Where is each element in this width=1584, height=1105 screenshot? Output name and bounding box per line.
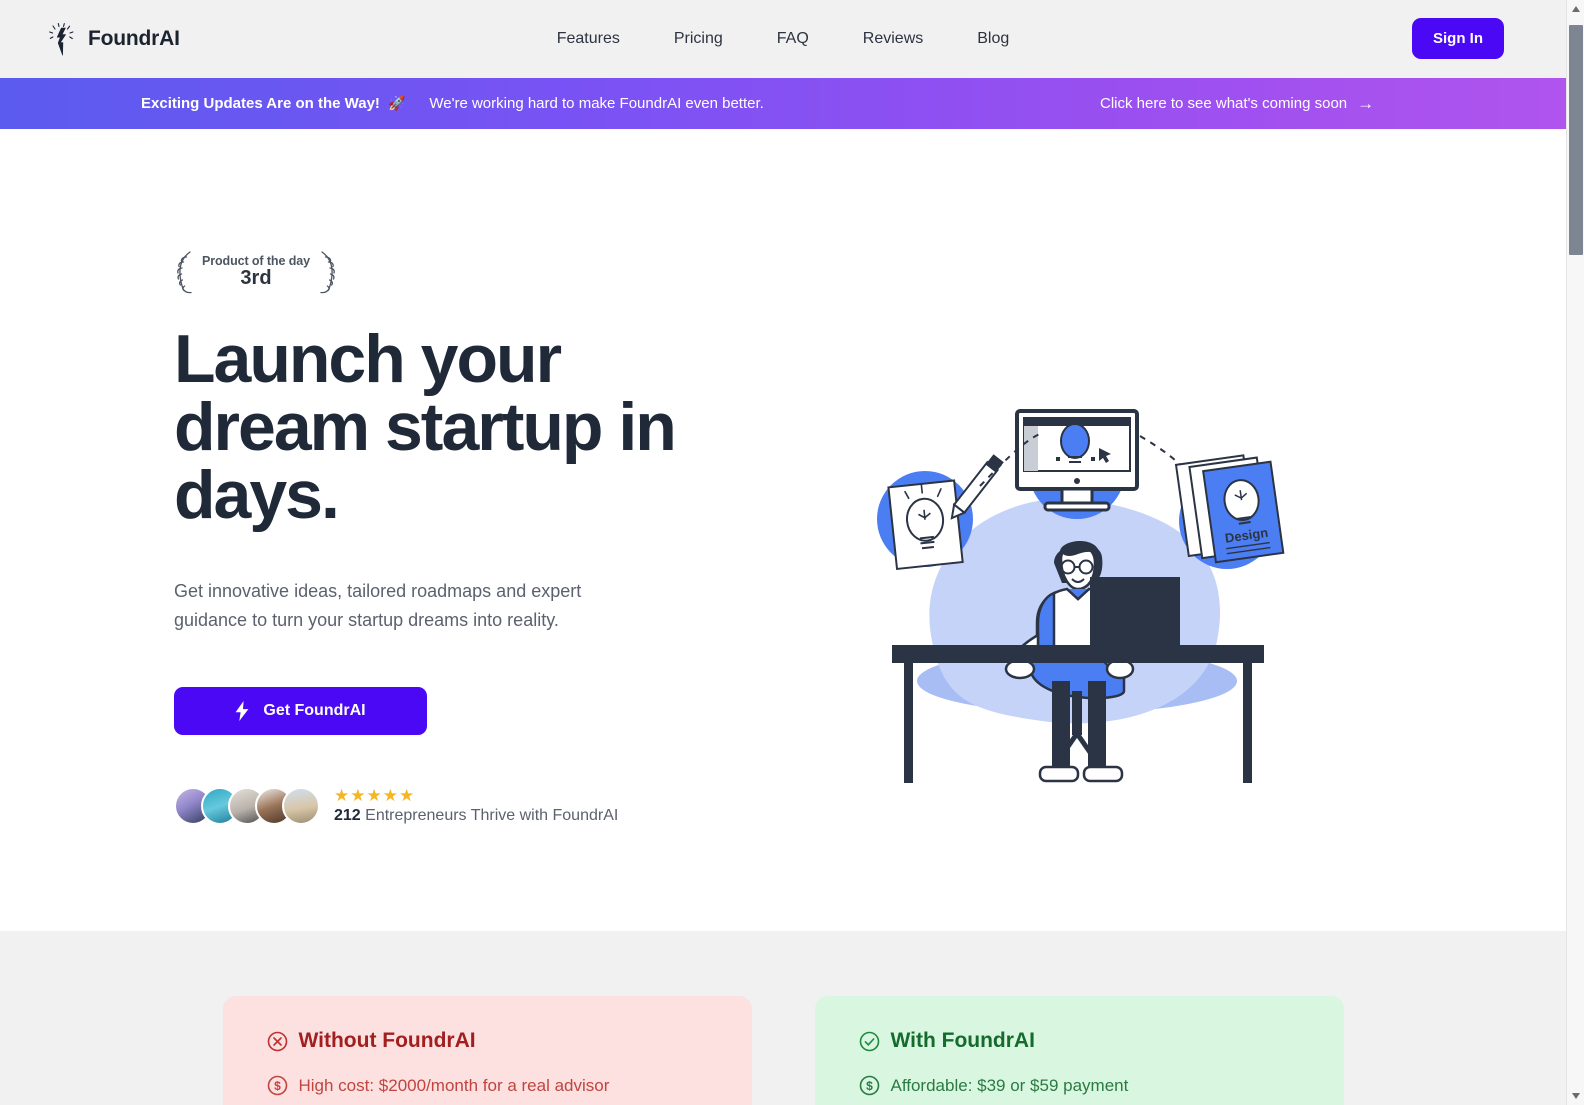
sign-in-button[interactable]: Sign In xyxy=(1412,18,1504,59)
with-card-title-text: With FoundrAI xyxy=(890,1029,1035,1052)
get-foundrai-button[interactable]: Get FoundrAI xyxy=(174,686,427,735)
nav-item-blog[interactable]: Blog xyxy=(977,30,1009,48)
nav-item-reviews[interactable]: Reviews xyxy=(863,30,923,48)
rocket-icon: 🚀 xyxy=(387,95,406,111)
avatar xyxy=(282,786,320,825)
promo-banner-message-group: Exciting Updates Are on the Way! 🚀 We're… xyxy=(141,95,764,112)
lightning-bolt-icon xyxy=(235,700,249,721)
comparison-section: Without FoundrAI $ High cost: $2000/mont… xyxy=(0,931,1566,1105)
without-foundrai-card: Without FoundrAI $ High cost: $2000/mont… xyxy=(222,996,752,1105)
page-scrollbar[interactable] xyxy=(1566,0,1584,1105)
dollar-circle-icon: $ xyxy=(859,1075,879,1096)
promo-banner-link-label: Click here to see what's coming soon xyxy=(1100,95,1348,112)
promo-banner-link[interactable]: Click here to see what's coming soon → xyxy=(1100,95,1374,112)
circle-x-icon xyxy=(267,1031,287,1051)
without-card-row-text: High cost: $2000/month for a real adviso… xyxy=(298,1075,610,1095)
without-card-row: $ High cost: $2000/month for a real advi… xyxy=(267,1075,708,1096)
site-header: FoundrAI Features Pricing FAQ Reviews Bl… xyxy=(0,0,1566,78)
award-text: Product of the day 3rd xyxy=(198,254,314,290)
svg-text:$: $ xyxy=(866,1079,873,1093)
page-root: FoundrAI Features Pricing FAQ Reviews Bl… xyxy=(0,0,1566,1105)
rating-block: ★★★★★ 212 Entrepreneurs Thrive with Foun… xyxy=(334,787,618,825)
promo-banner: Exciting Updates Are on the Way! 🚀 We're… xyxy=(0,78,1566,129)
nav-item-pricing[interactable]: Pricing xyxy=(674,30,723,48)
brand-logo[interactable]: FoundrAI xyxy=(48,22,180,56)
with-card-title: With FoundrAI xyxy=(859,1029,1300,1053)
social-proof: ★★★★★ 212 Entrepreneurs Thrive with Foun… xyxy=(174,786,814,825)
without-card-title-text: Without FoundrAI xyxy=(298,1029,476,1052)
scroll-up-arrow-icon[interactable] xyxy=(1567,0,1584,18)
product-of-the-day-badge: Product of the day 3rd xyxy=(174,249,814,295)
scroll-down-arrow-icon[interactable] xyxy=(1567,1087,1584,1105)
avatar-group xyxy=(174,786,320,825)
dollar-circle-icon: $ xyxy=(267,1075,287,1096)
get-foundrai-label: Get FoundrAI xyxy=(263,701,366,719)
page-title: Launch your dream startup in days. xyxy=(174,321,677,533)
with-card-row-text: Affordable: $39 or $59 payment xyxy=(890,1075,1129,1095)
laurel-wreath-right-icon xyxy=(320,251,335,294)
brand-name: FoundrAI xyxy=(88,27,180,50)
nav-item-faq[interactable]: FAQ xyxy=(777,30,809,48)
scrollbar-thumb[interactable] xyxy=(1569,25,1583,255)
award-label: Product of the day xyxy=(202,254,310,268)
star-rating-icon: ★★★★★ xyxy=(334,785,416,805)
entrepreneur-count: 212 xyxy=(334,806,361,824)
without-card-title: Without FoundrAI xyxy=(267,1029,708,1053)
comparison-cards: Without FoundrAI $ High cost: $2000/mont… xyxy=(0,996,1566,1105)
hero-copy: Product of the day 3rd Launch your dream… xyxy=(174,249,814,825)
promo-banner-text: We're working hard to make FoundrAI even… xyxy=(429,95,764,112)
hero-illustration: Design xyxy=(877,409,1285,783)
nav-item-features[interactable]: Features xyxy=(557,30,620,48)
with-foundrai-card: With FoundrAI $ Affordable: $39 or $59 p… xyxy=(814,996,1344,1105)
main-nav: Features Pricing FAQ Reviews Blog xyxy=(0,0,1566,78)
arrow-right-icon: → xyxy=(1357,94,1375,113)
hero-section: Product of the day 3rd Launch your dream… xyxy=(0,129,1566,1038)
with-card-row: $ Affordable: $39 or $59 payment xyxy=(859,1075,1300,1096)
circle-check-icon xyxy=(859,1031,879,1051)
hero-subheading: Get innovative ideas, tailored roadmaps … xyxy=(174,581,582,630)
entrepreneur-label: Entrepreneurs Thrive with FoundrAI xyxy=(365,806,619,824)
lightning-bolt-spark-icon xyxy=(49,22,74,56)
rating-text: 212 Entrepreneurs Thrive with FoundrAI xyxy=(334,807,618,825)
award-rank: 3rd xyxy=(240,267,272,289)
promo-banner-headline: Exciting Updates Are on the Way! xyxy=(141,95,380,112)
svg-text:$: $ xyxy=(274,1079,281,1093)
laurel-wreath-left-icon xyxy=(177,251,192,294)
